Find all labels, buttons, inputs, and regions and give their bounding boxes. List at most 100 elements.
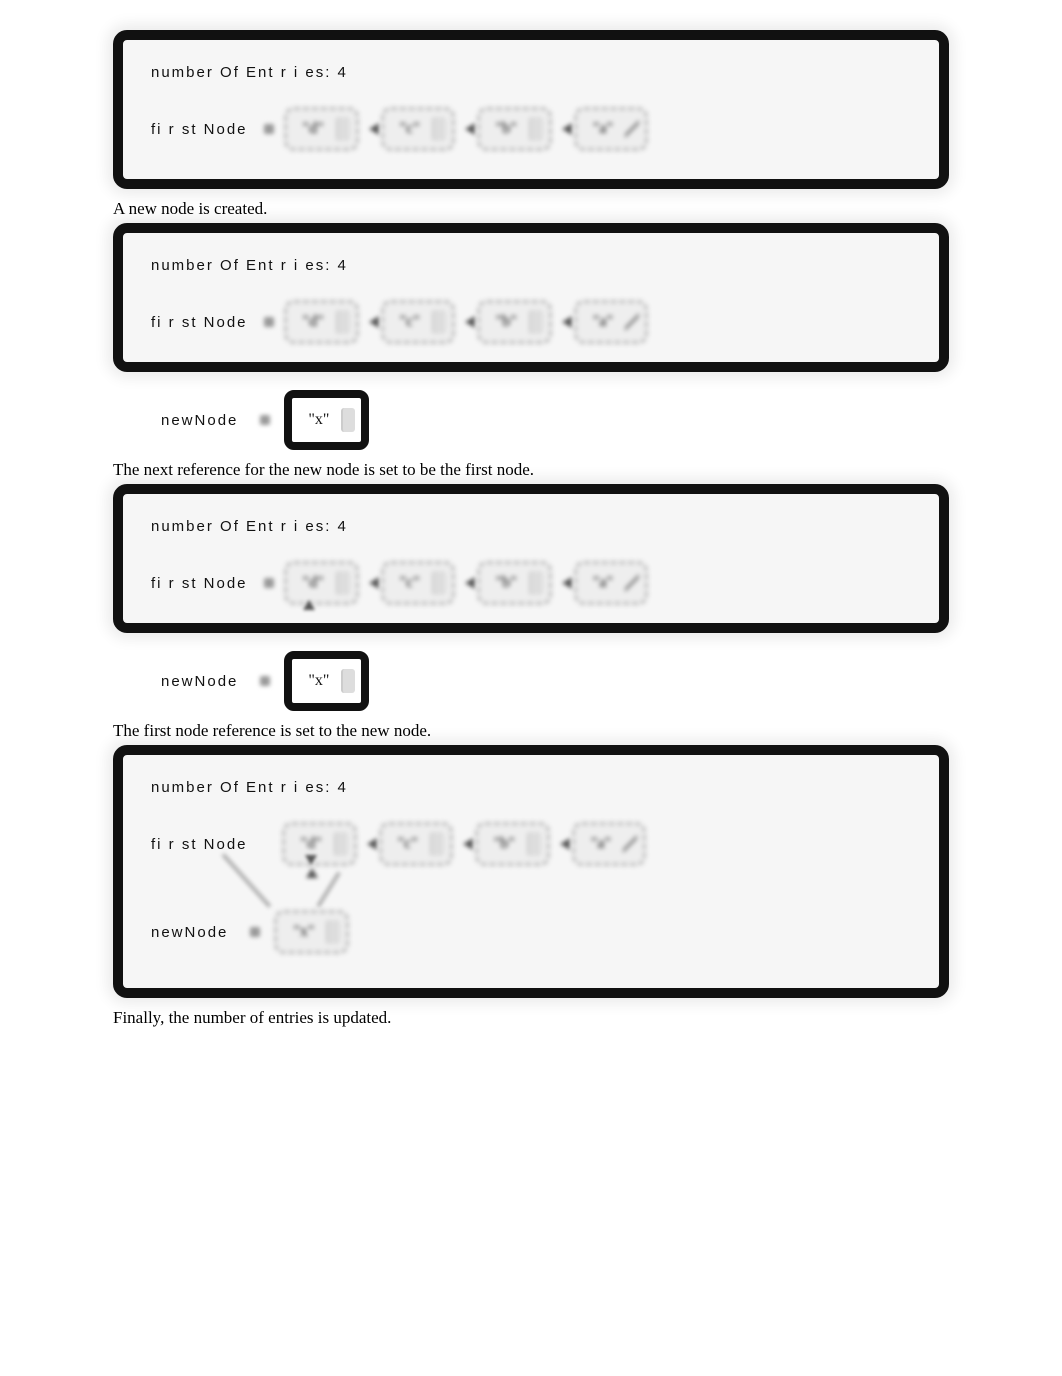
arrow-icon [560,838,570,850]
arrow-icon [562,577,572,589]
node-value: "d" [297,313,330,331]
caption-3: The first node reference is set to the n… [0,721,1062,741]
null-icon [623,829,637,859]
arrow-icon [562,123,572,135]
chain-row: fi r st Node "d" "c" "b" "a" [151,561,911,605]
node-value: "x" [302,672,335,690]
node-value: "b" [488,835,521,853]
node-d: "d" [282,822,357,866]
entries-label: number Of Ent r i es: 4 [151,64,911,81]
node-a: "a" [574,107,648,151]
node-value: "x" [302,411,335,429]
node-d: "d" [284,300,359,344]
chain-row: fi r st Node "d" "c" "b" "a" [151,822,911,866]
first-node-label: fi r st Node [151,836,248,853]
new-node-row: newNode "x" [113,390,949,450]
node-c: "c" [381,107,455,151]
node-b: "b" [477,561,552,605]
diagram-step-3: number Of Ent r i es: 4 fi r st Node "d"… [0,484,1062,711]
node-value: "b" [490,313,523,331]
link-line [317,872,341,908]
null-icon [625,568,639,598]
new-node-label: newNode [161,412,238,429]
node-x: "x" [274,910,349,954]
pointer-icon [260,676,270,686]
arrow-up-icon [303,600,315,610]
null-icon [625,114,639,144]
node-d: "d" [284,561,359,605]
arrow-icon [463,838,473,850]
node-next-icon [529,571,543,595]
node-value: "a" [587,120,619,138]
node-x: "x" [284,651,369,711]
node-x: "x" [284,390,369,450]
node-next-icon [432,571,446,595]
node-value: "b" [490,120,523,138]
entries-label: number Of Ent r i es: 4 [151,518,911,535]
arrow-up-icon [305,855,317,865]
null-icon [625,307,639,337]
node-d: "d" [284,107,359,151]
chain-row: fi r st Node "d" "c" "b" "a" [151,300,911,344]
diagram-step-4: number Of Ent r i es: 4 fi r st Node "d"… [0,745,1062,998]
node-value: "a" [587,574,619,592]
arrow-icon [369,123,379,135]
list-box: number Of Ent r i es: 4 fi r st Node "d"… [113,745,949,998]
node-next-icon [336,310,350,334]
node-next-icon [529,117,543,141]
node-value: "a" [585,835,617,853]
node-next-icon [336,117,350,141]
node-a: "a" [572,822,646,866]
arrow-icon [562,316,572,328]
arrow-icon [465,316,475,328]
node-c: "c" [379,822,453,866]
node-c: "c" [381,561,455,605]
node-value: "a" [587,313,619,331]
pointer-icon [260,415,270,425]
node-next-icon [326,920,340,944]
new-node-row: newNode "x" [151,910,911,954]
node-value: "c" [394,313,426,331]
pointer-icon [264,124,274,134]
entries-label: number Of Ent r i es: 4 [151,257,911,274]
node-c: "c" [381,300,455,344]
chain-row: fi r st Node "d" "c" "b" "a" [151,107,911,151]
list-box: number Of Ent r i es: 4 fi r st Node "d"… [113,30,949,189]
diagram-step-2: number Of Ent r i es: 4 fi r st Node "d"… [0,223,1062,450]
arrow-icon [306,868,318,878]
caption-2: The next reference for the new node is s… [0,460,1062,480]
node-next-icon [432,117,446,141]
node-next-icon [430,832,444,856]
arrow-icon [369,316,379,328]
node-next-icon [529,310,543,334]
first-node-label: fi r st Node [151,575,248,592]
node-value: "c" [394,574,426,592]
node-next-icon [341,408,355,432]
arrow-icon [465,577,475,589]
new-node-label: newNode [161,673,238,690]
node-value: "c" [392,835,424,853]
list-box: number Of Ent r i es: 4 fi r st Node "d"… [113,223,949,372]
node-next-icon [432,310,446,334]
node-value: "d" [295,835,328,853]
caption-1: A new node is created. [0,199,1062,219]
arrow-icon [465,123,475,135]
arrow-icon [367,838,377,850]
node-next-icon [336,571,350,595]
first-node-label: fi r st Node [151,121,248,138]
list-box: number Of Ent r i es: 4 fi r st Node "d"… [113,484,949,633]
first-node-label: fi r st Node [151,314,248,331]
node-value: "d" [297,574,330,592]
new-node-label: newNode [151,924,228,941]
node-b: "b" [477,300,552,344]
pointer-icon [264,578,274,588]
arrow-icon [369,577,379,589]
pointer-icon [264,317,274,327]
node-value: "d" [297,120,330,138]
diagram-step-1: number Of Ent r i es: 4 fi r st Node "d"… [0,30,1062,189]
pointer-icon [250,927,260,937]
node-a: "a" [574,300,648,344]
node-b: "b" [477,107,552,151]
node-value: "b" [490,574,523,592]
node-value: "c" [394,120,426,138]
